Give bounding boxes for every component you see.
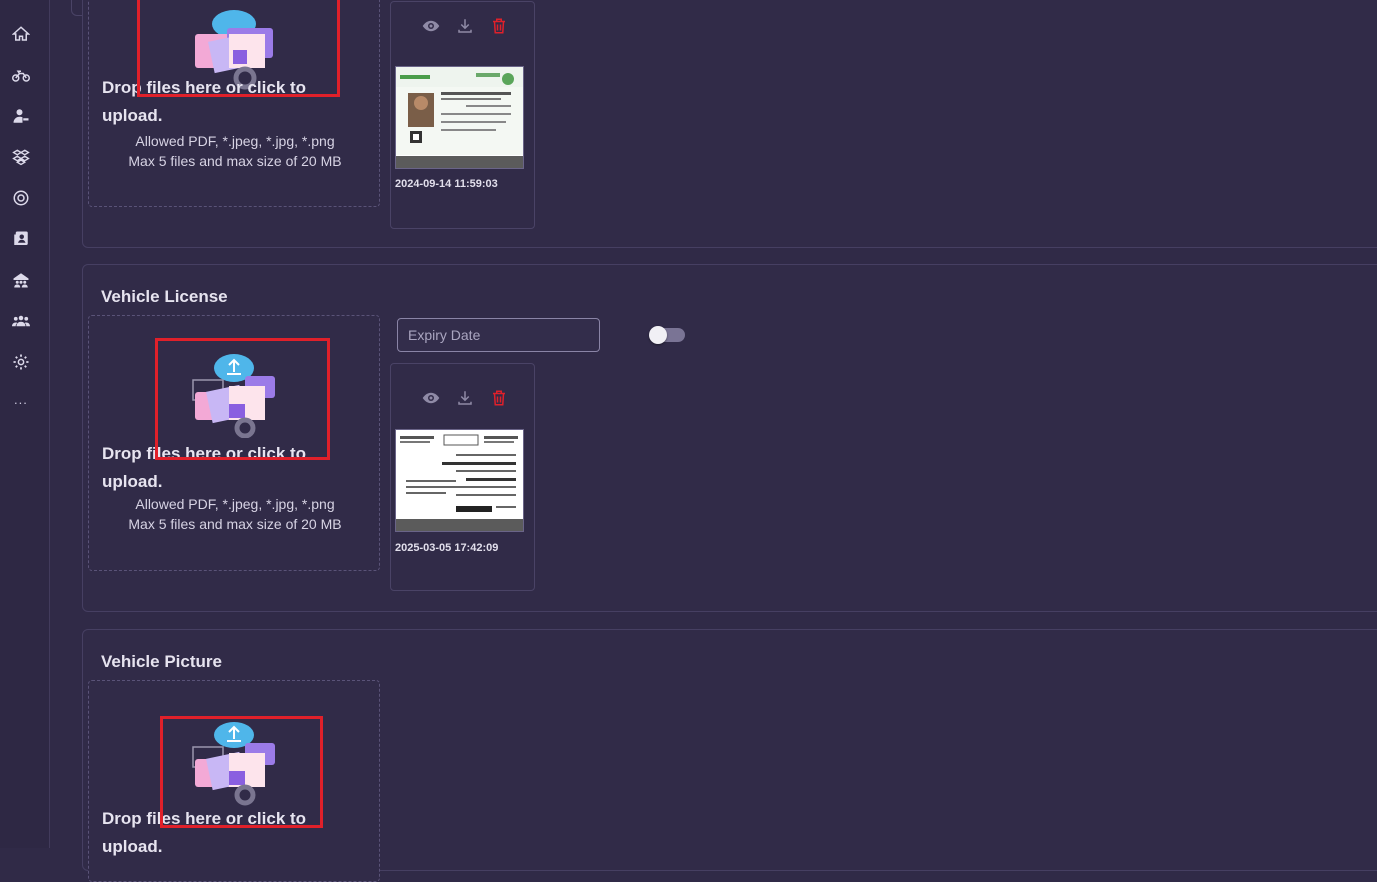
dropzone-limits: Max 5 files and max size of 20 MB (128, 153, 342, 169)
highlight-box (155, 338, 330, 460)
dropzone-allowed-types: Allowed PDF, *.jpeg, *.jpg, *.png (135, 133, 335, 149)
highlight-box (160, 716, 323, 828)
id-card-image (396, 67, 523, 155)
uploaded-file-card: 2024-09-14 11:59:03 (390, 1, 535, 229)
file-thumbnail[interactable] (395, 66, 524, 169)
file-upload-timestamp: 2025-03-05 17:42:09 (395, 542, 499, 554)
team-icon[interactable] (10, 310, 32, 332)
file-upload-timestamp: 2024-09-14 11:59:03 (395, 178, 498, 190)
preview-eye-icon[interactable] (421, 16, 441, 36)
expiry-toggle[interactable] (649, 326, 685, 344)
support-icon[interactable] (10, 187, 32, 209)
uploaded-file-card: 2025-03-05 17:42:09 (390, 363, 535, 591)
preview-eye-icon[interactable] (421, 388, 441, 408)
warehouse-icon[interactable] (10, 269, 32, 291)
home-icon[interactable] (10, 23, 32, 45)
contacts-book-icon[interactable] (10, 228, 32, 250)
sidebar: ... (0, 0, 50, 848)
toggle-knob (649, 326, 667, 344)
expiry-date-input[interactable] (397, 318, 600, 352)
motorbike-icon[interactable] (10, 64, 32, 86)
user-key-icon[interactable] (10, 105, 32, 127)
dropzone-allowed-types: Allowed PDF, *.jpeg, *.jpg, *.png (135, 496, 335, 512)
delete-trash-icon[interactable] (489, 16, 509, 36)
gear-icon[interactable] (10, 351, 32, 373)
section-title: Vehicle Picture (101, 652, 222, 671)
delete-trash-icon[interactable] (489, 388, 509, 408)
dropzone-limits: Max 5 files and max size of 20 MB (128, 516, 342, 532)
file-thumbnail[interactable] (395, 429, 524, 532)
download-icon[interactable] (455, 388, 475, 408)
download-icon[interactable] (455, 16, 475, 36)
highlight-box (137, 0, 340, 97)
boxes-icon[interactable] (10, 146, 32, 168)
more-menu[interactable]: ... (14, 392, 28, 407)
license-document-image (396, 430, 523, 518)
section-title: Vehicle License (101, 287, 228, 306)
